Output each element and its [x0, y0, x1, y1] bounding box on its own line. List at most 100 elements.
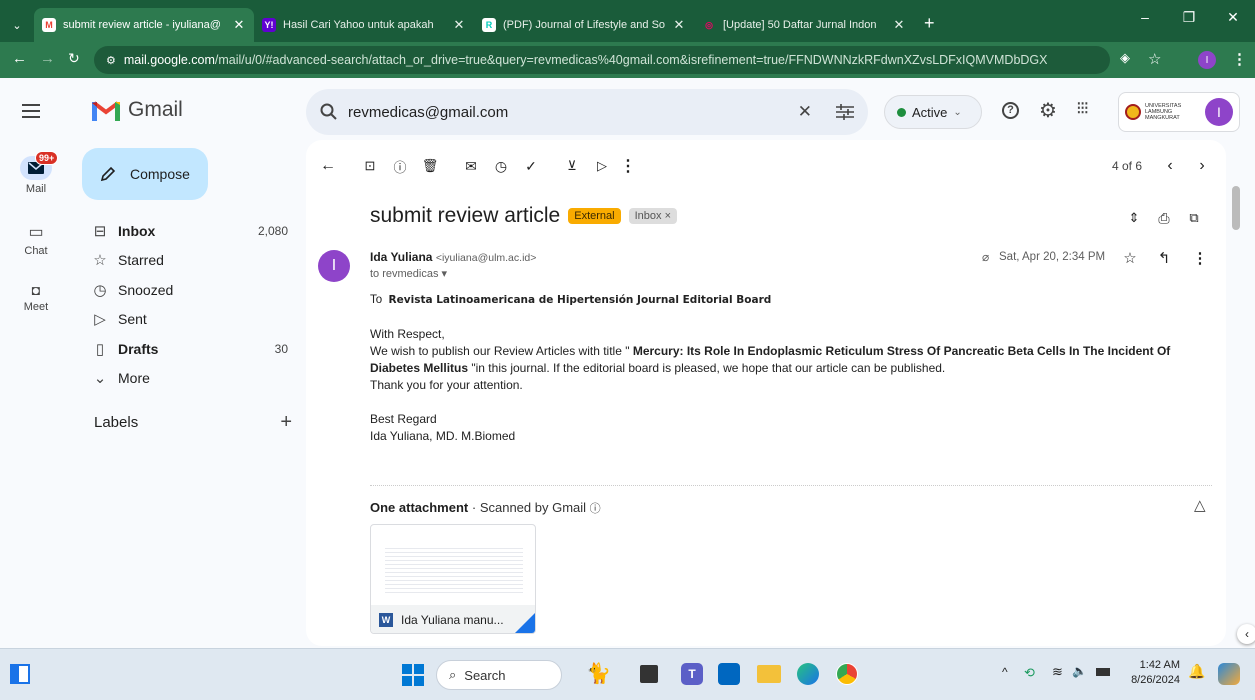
status-label: Active: [912, 104, 948, 120]
tab-search-button[interactable]: ⌄: [0, 8, 34, 42]
clock-icon: ◷: [93, 281, 107, 299]
battery-icon[interactable]: [1096, 668, 1110, 676]
sender-name[interactable]: Ida Yuliana: [370, 250, 432, 264]
browser-tab[interactable]: Y! Hasil Cari Yahoo untuk apakah ✕: [254, 8, 474, 42]
apps-grid-icon[interactable]: ⁝⁝⁝: [1076, 98, 1089, 119]
reply-icon[interactable]: ↰: [1152, 246, 1176, 270]
settings-gear-icon[interactable]: ⚙: [1039, 98, 1057, 123]
notification-bell-icon[interactable]: 🔔: [1188, 663, 1205, 680]
delete-icon[interactable]: 🗑: [418, 154, 442, 178]
file-explorer-icon[interactable]: [757, 665, 781, 683]
add-label-icon[interactable]: +: [280, 412, 292, 432]
address-bar[interactable]: ⚙ mail.google.com/mail/u/0/#advanced-sea…: [94, 46, 1110, 74]
older-icon[interactable]: ›: [1190, 154, 1214, 178]
new-tab-button[interactable]: +: [924, 13, 935, 34]
task-view-icon[interactable]: [640, 665, 658, 683]
star-message-icon[interactable]: ☆: [1118, 246, 1142, 270]
sidebar-item-drafts[interactable]: ▯ Drafts 30: [82, 334, 292, 363]
move-to-icon[interactable]: ⊻: [560, 154, 584, 178]
teams-icon[interactable]: T: [681, 663, 703, 685]
reload-icon[interactable]: ↻: [68, 50, 80, 67]
email-subject: submit review article: [370, 204, 561, 227]
extensions-icon[interactable]: ◈: [1120, 50, 1130, 66]
tray-app-icon[interactable]: ⟲: [1024, 665, 1035, 681]
widgets-icon[interactable]: [10, 664, 30, 684]
scrollbar-thumb[interactable]: [1232, 186, 1240, 230]
recipient-line[interactable]: to revmedicas ▾: [370, 267, 447, 280]
help-icon[interactable]: ?: [1002, 102, 1019, 119]
bookmark-star-icon[interactable]: ☆: [1148, 50, 1161, 68]
close-tab-icon[interactable]: ✕: [452, 17, 466, 33]
back-icon[interactable]: ←: [12, 50, 27, 67]
mail-search-bar[interactable]: revmedicas@gmail.com ✕: [306, 89, 868, 135]
close-tab-icon[interactable]: ✕: [892, 17, 906, 33]
print-icon[interactable]: ⎙: [1152, 206, 1176, 230]
browser-menu-icon[interactable]: ⋮: [1232, 50, 1247, 68]
snooze-icon[interactable]: ◷: [489, 154, 513, 178]
attachment-card[interactable]: W Ida Yuliana manu...: [370, 524, 536, 634]
tab-title: Hasil Cari Yahoo untuk apakah: [283, 19, 434, 31]
taskbar-search-label: Search: [464, 667, 506, 683]
rail-mail-label: Mail: [25, 183, 47, 195]
open-new-window-icon[interactable]: ⧉: [1182, 206, 1206, 230]
store-icon[interactable]: [718, 663, 740, 685]
search-icon[interactable]: [320, 103, 338, 121]
site-info-icon[interactable]: ⚙: [106, 54, 116, 67]
browser-tab[interactable]: ◎ [Update] 50 Daftar Jurnal Indon ✕: [694, 8, 914, 42]
sidebar-item-starred[interactable]: ☆ Starred: [82, 246, 292, 275]
add-task-icon[interactable]: ✓: [519, 154, 543, 178]
add-to-drive-icon[interactable]: △: [1194, 496, 1206, 514]
remove-label-icon[interactable]: ×: [665, 210, 671, 222]
mark-unread-icon[interactable]: ✉: [459, 154, 483, 178]
wifi-icon[interactable]: ≋: [1052, 664, 1063, 680]
file-corner-icon: [515, 613, 535, 633]
newer-icon[interactable]: ‹: [1158, 154, 1182, 178]
close-tab-icon[interactable]: ✕: [672, 17, 686, 33]
rail-mail[interactable]: 99+ Mail: [0, 151, 72, 195]
cat-widget-icon[interactable]: 🐈: [586, 661, 611, 686]
inbox-tag[interactable]: Inbox ×: [628, 208, 678, 224]
report-spam-icon[interactable]: ⓘ: [388, 154, 412, 178]
sidebar-item-sent[interactable]: ▷ Sent: [82, 305, 292, 334]
volume-icon[interactable]: 🔈: [1072, 664, 1087, 678]
sidebar-item-more[interactable]: ⌄ More: [82, 364, 292, 393]
browser-tab[interactable]: Msubmit review article - iyuliana@ ✕: [34, 8, 254, 42]
rail-chat[interactable]: ▭ Chat: [0, 222, 72, 257]
start-icon[interactable]: [402, 664, 424, 686]
close-window-button[interactable]: ✕: [1211, 0, 1255, 34]
side-panel-toggle-icon[interactable]: ‹: [1237, 624, 1255, 644]
label-icon[interactable]: ▷: [590, 154, 614, 178]
edge-icon[interactable]: [797, 663, 819, 685]
tray-overflow-icon[interactable]: ^: [1002, 665, 1008, 679]
taskbar-search[interactable]: ⌕ Search: [436, 660, 562, 690]
expand-all-icon[interactable]: ⇕: [1122, 206, 1146, 230]
to-recipient: Revista Latinoamericana de Hipertensión …: [388, 294, 772, 306]
rail-meet[interactable]: ◘ Meet: [0, 282, 72, 313]
more-actions-icon[interactable]: ⋮: [616, 154, 640, 178]
info-icon[interactable]: ⓘ: [590, 503, 601, 515]
browser-tab[interactable]: R (PDF) Journal of Lifestyle and So ✕: [474, 8, 694, 42]
archive-icon[interactable]: ⊡: [358, 154, 382, 178]
sidebar-item-inbox[interactable]: ⊟ Inbox 2,080: [82, 216, 292, 245]
sender-avatar[interactable]: I: [318, 250, 350, 282]
copilot-icon[interactable]: [1218, 663, 1240, 685]
clear-search-icon[interactable]: ✕: [798, 102, 812, 122]
chrome-icon[interactable]: [836, 663, 858, 685]
restore-button[interactable]: ❐: [1167, 0, 1211, 34]
account-avatar[interactable]: I: [1205, 98, 1233, 126]
message-more-icon[interactable]: ⋮: [1188, 246, 1212, 270]
search-options-icon[interactable]: [836, 104, 854, 120]
active-dot-icon: [897, 107, 906, 117]
forward-icon[interactable]: →: [40, 50, 55, 67]
account-chip[interactable]: UNIVERSITAS LAMBUNG MANGKURAT I: [1118, 92, 1240, 132]
search-input[interactable]: revmedicas@gmail.com: [348, 104, 788, 121]
minimize-button[interactable]: –: [1123, 0, 1167, 34]
browser-profile-avatar[interactable]: I: [1198, 51, 1216, 69]
clock[interactable]: 1:42 AM 8/26/2024: [1128, 658, 1180, 688]
sidebar-item-snoozed[interactable]: ◷ Snoozed: [82, 275, 292, 304]
compose-button[interactable]: Compose: [82, 148, 208, 200]
back-to-list-icon[interactable]: ←: [316, 154, 340, 178]
star-icon: ☆: [93, 252, 107, 269]
status-selector[interactable]: Active ⌄: [884, 95, 982, 129]
close-tab-icon[interactable]: ✕: [232, 17, 246, 33]
